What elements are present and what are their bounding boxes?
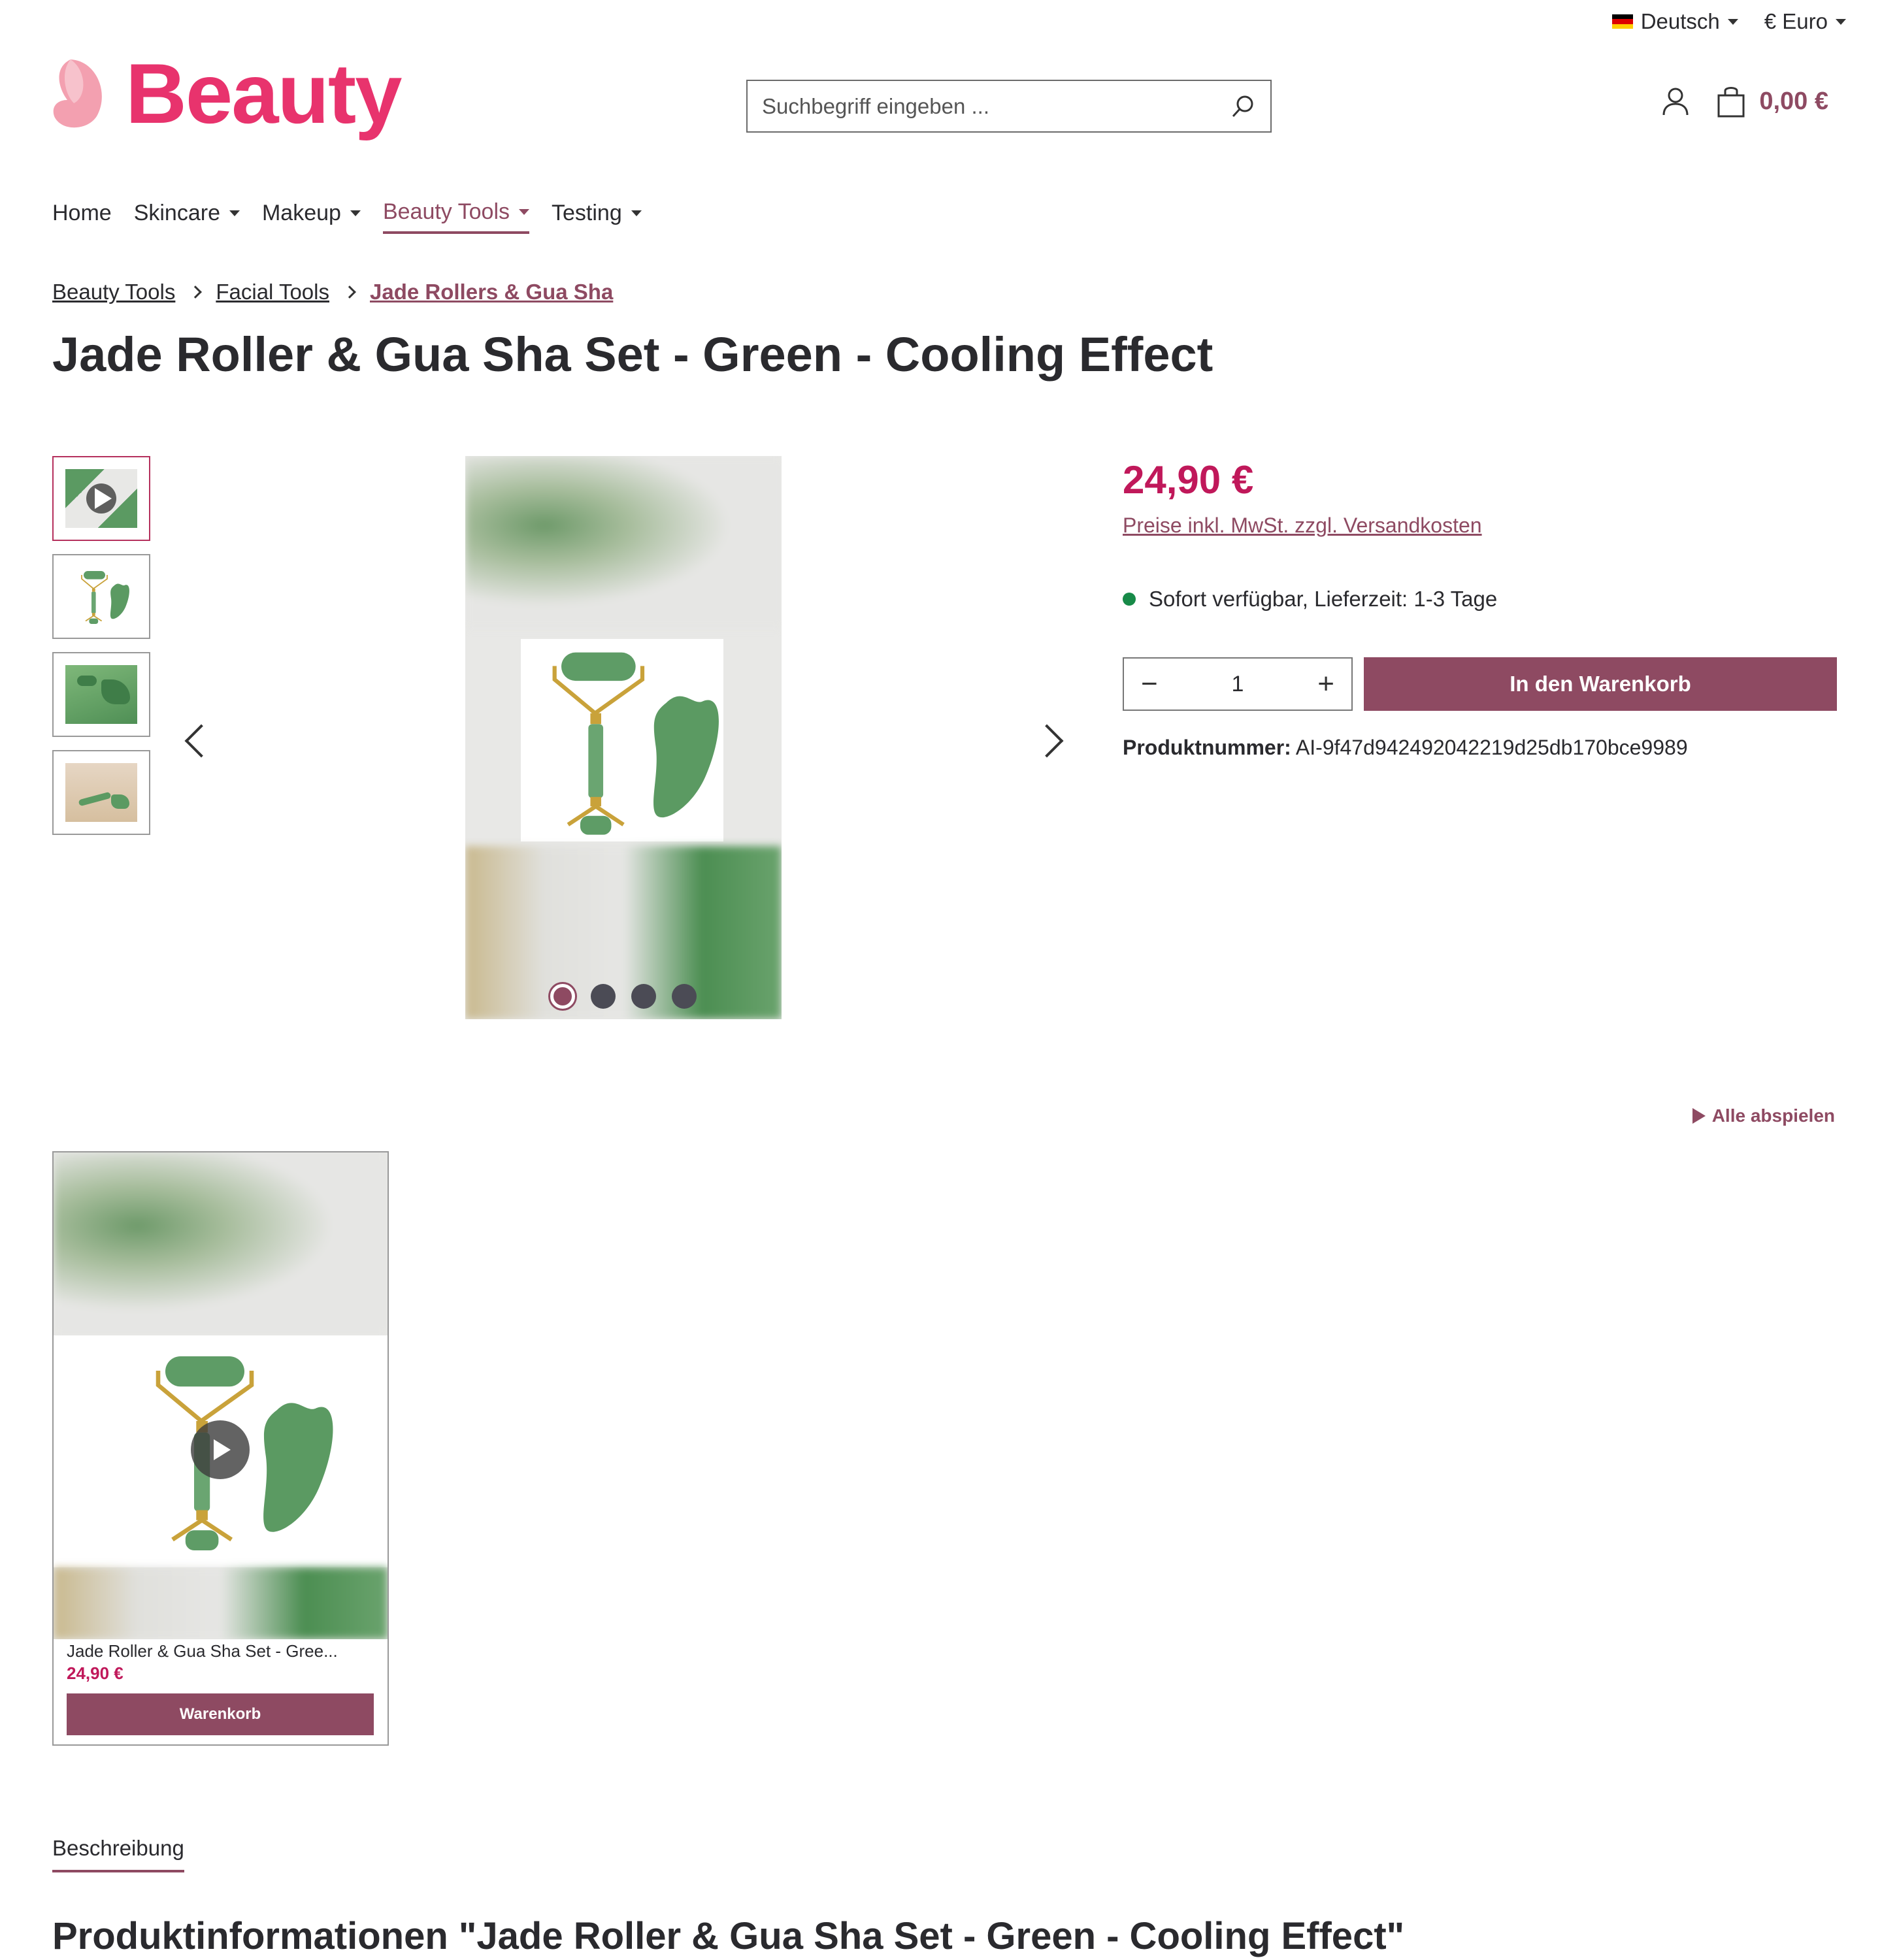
product-image-illustration (504, 639, 740, 841)
chevron-down-icon (631, 210, 642, 216)
logo[interactable]: Beauty (51, 46, 402, 141)
logo-text: Beauty (125, 46, 402, 141)
increase-quantity-button[interactable]: + (1317, 668, 1334, 700)
gallery-thumbnail[interactable] (52, 750, 150, 835)
thumbnail-image (65, 469, 137, 528)
add-to-cart-button[interactable]: In den Warenkorb (1364, 657, 1837, 711)
chevron-right-icon (189, 286, 203, 299)
cart-button[interactable]: 0,00 € (1716, 85, 1828, 118)
breadcrumb-current[interactable]: Jade Rollers & Gua Sha (370, 280, 613, 304)
currency-label: € Euro (1764, 9, 1828, 33)
thumbnail-image (65, 763, 137, 822)
nav-label: Skincare (133, 201, 220, 225)
chevron-down-icon (1836, 18, 1846, 25)
gallery-thumbnail[interactable] (52, 652, 150, 737)
account-icon[interactable] (1661, 86, 1690, 116)
gallery-next-icon[interactable] (1030, 724, 1064, 758)
search-icon[interactable] (1230, 93, 1256, 120)
nav-item-testing[interactable]: Testing (552, 199, 642, 234)
gallery-dots (550, 984, 697, 1009)
petal-logo-icon (53, 59, 102, 128)
play-icon (1692, 1108, 1706, 1124)
language-label: Deutsch (1640, 9, 1720, 33)
card-product-price: 24,90 € (67, 1663, 124, 1683)
play-all-button[interactable]: Alle abspielen (1692, 1105, 1835, 1126)
product-main-image[interactable] (465, 456, 782, 1019)
currency-selector[interactable]: € Euro (1764, 9, 1846, 34)
blurred-image-top (465, 456, 782, 629)
availability-text: Sofort verfügbar, Lieferzeit: 1-3 Tage (1149, 587, 1498, 611)
search-bar (746, 80, 1272, 133)
nav-label: Testing (552, 201, 622, 225)
card-product-name[interactable]: Jade Roller & Gua Sha Set - Gree... (67, 1641, 338, 1661)
search-input[interactable] (762, 93, 1230, 119)
gallery-dot[interactable] (672, 984, 697, 1009)
main-nav: Home Skincare Makeup Beauty Tools Testin… (52, 199, 642, 234)
tab-description[interactable]: Beschreibung (52, 1836, 184, 1872)
nav-label: Makeup (261, 201, 341, 225)
gallery-dot[interactable] (631, 984, 656, 1009)
card-add-to-cart-button[interactable]: Warenkorb (67, 1693, 374, 1735)
gallery-thumbnail[interactable] (52, 554, 150, 639)
product-number-value: AI-9f47d942492042219d25db170bce9989 (1295, 736, 1688, 759)
play-all-label: Alle abspielen (1711, 1105, 1835, 1126)
availability-dot-icon (1123, 593, 1136, 606)
play-icon[interactable] (191, 1420, 250, 1479)
shopping-bag-icon (1717, 87, 1745, 118)
breadcrumb-link[interactable]: Beauty Tools (52, 280, 175, 304)
product-price: 24,90 € (1123, 458, 1254, 502)
nav-item-makeup[interactable]: Makeup (262, 199, 361, 234)
quantity-stepper: − 1 + (1123, 657, 1353, 711)
chevron-down-icon (519, 209, 530, 215)
thumbnail-image (65, 665, 137, 724)
chevron-down-icon (229, 210, 240, 216)
thumbnail-image (65, 567, 137, 626)
page-title: Jade Roller & Gua Sha Set - Green - Cool… (52, 327, 1213, 382)
topbar: Deutsch € Euro (1611, 9, 1846, 34)
video-product-card: Jade Roller & Gua Sha Set - Gree... 24,9… (52, 1151, 389, 1746)
breadcrumb-link[interactable]: Facial Tools (216, 280, 329, 304)
gallery-dot[interactable] (591, 984, 616, 1009)
chevron-right-icon (343, 286, 356, 299)
tax-shipping-link[interactable]: Preise inkl. MwSt. zzgl. Versandkosten (1123, 514, 1482, 538)
language-selector[interactable]: Deutsch (1611, 9, 1738, 34)
gallery-prev-icon[interactable] (184, 724, 218, 758)
german-flag-icon (1611, 14, 1633, 29)
product-number-label: Produktnummer: (1123, 736, 1291, 759)
nav-item-home[interactable]: Home (52, 199, 112, 234)
gallery-thumbnail[interactable] (52, 456, 150, 541)
play-icon (86, 483, 116, 514)
gallery-dot[interactable] (550, 984, 575, 1009)
nav-label: Beauty Tools (382, 199, 510, 224)
product-number: Produktnummer: AI-9f47d942492042219d25db… (1123, 736, 1688, 760)
availability: Sofort verfügbar, Lieferzeit: 1-3 Tage (1123, 587, 1497, 612)
cart-total: 0,00 € (1759, 87, 1828, 115)
description-heading: Produktinformationen "Jade Roller & Gua … (52, 1915, 1405, 1957)
header-actions: 0,00 € (1661, 85, 1828, 118)
quantity-value[interactable]: 1 (1232, 672, 1244, 697)
breadcrumb: Beauty Tools Facial Tools Jade Rollers &… (52, 280, 613, 304)
nav-label: Home (52, 201, 112, 225)
video-thumbnail[interactable] (54, 1152, 388, 1639)
decrease-quantity-button[interactable]: − (1141, 668, 1158, 700)
nav-item-skincare[interactable]: Skincare (134, 199, 240, 234)
nav-item-beauty-tools[interactable]: Beauty Tools (382, 199, 530, 234)
chevron-down-icon (1727, 18, 1738, 25)
chevron-down-icon (350, 210, 361, 216)
